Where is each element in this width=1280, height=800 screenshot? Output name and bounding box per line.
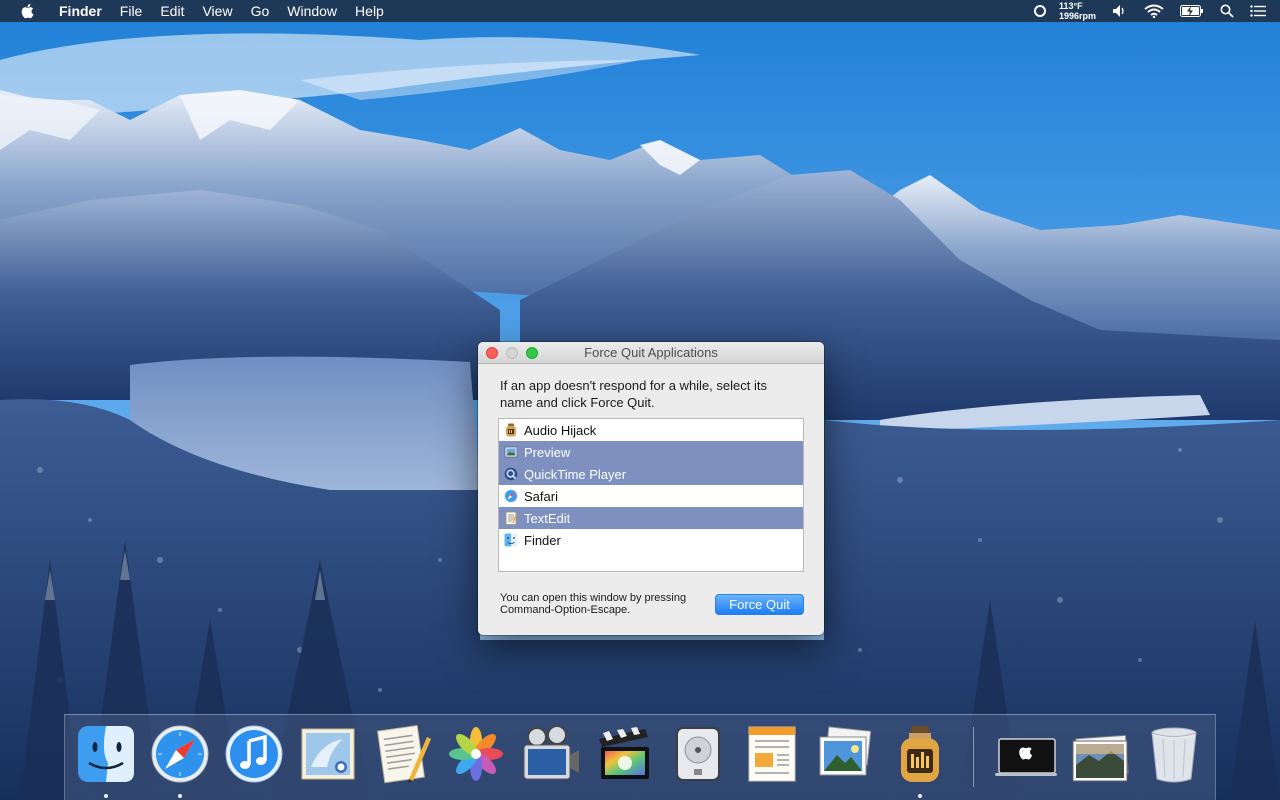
temperature-monitor-icon[interactable] [1033, 4, 1047, 18]
app-row-finder[interactable]: Finder [499, 529, 803, 551]
dock-mail-icon[interactable] [297, 723, 359, 785]
dock [64, 714, 1216, 800]
preview-icon [504, 445, 518, 459]
app-name: Finder [524, 532, 561, 548]
status-area: 113°F 1996rpm [1025, 0, 1280, 22]
notification-center-icon[interactable] [1250, 5, 1266, 17]
menu-file[interactable]: File [111, 0, 152, 22]
zoom-button[interactable] [526, 347, 538, 359]
running-indicator [178, 794, 182, 798]
app-name: Preview [524, 444, 571, 460]
quicktime-icon [504, 467, 518, 481]
dock-landscape-stack-icon[interactable] [1069, 723, 1131, 785]
dock-textedit-icon[interactable] [371, 723, 433, 785]
menu-view[interactable]: View [193, 0, 241, 22]
app-row-textedit[interactable]: TextEdit [499, 507, 803, 529]
force-quit-button[interactable]: Force Quit [715, 594, 804, 615]
menu-go[interactable]: Go [242, 0, 279, 22]
menu-app-name[interactable]: Finder [50, 0, 111, 22]
menu-bar: Finder File Edit View Go Window Help 113… [0, 0, 1280, 22]
running-indicator [918, 794, 922, 798]
fan-speed-value: 1996rpm [1058, 11, 1096, 21]
app-row-safari[interactable]: Safari [499, 485, 803, 507]
spotlight-search-icon[interactable] [1220, 4, 1234, 18]
temperature-value: 113°F [1058, 1, 1083, 11]
menu-help[interactable]: Help [346, 0, 393, 22]
wifi-icon[interactable] [1144, 4, 1164, 18]
dock-audio-hijack-icon[interactable] [889, 723, 951, 785]
battery-charging-icon[interactable] [1180, 5, 1204, 17]
application-list[interactable]: Audio Hijack Preview QuickTime Player Sa… [498, 418, 804, 572]
dock-finder-icon[interactable] [75, 723, 137, 785]
audio-hijack-icon [504, 423, 518, 437]
window-titlebar[interactable]: Force Quit Applications [478, 342, 824, 364]
finder-icon [504, 533, 518, 547]
app-name: QuickTime Player [524, 466, 627, 482]
dock-photo-booth-icon[interactable] [519, 723, 581, 785]
menu-window[interactable]: Window [278, 0, 346, 22]
minimize-button [506, 347, 518, 359]
dock-preview-icon[interactable] [815, 723, 877, 785]
dock-trash-icon[interactable] [1143, 723, 1205, 785]
close-button[interactable] [486, 347, 498, 359]
dock-separator [973, 727, 974, 787]
textedit-icon [504, 511, 518, 525]
dock-itunes-icon[interactable] [223, 723, 285, 785]
safari-icon [504, 489, 518, 503]
apple-menu-icon[interactable] [20, 3, 36, 19]
app-name: Safari [524, 488, 558, 504]
force-quit-window: Force Quit Applications If an app doesn'… [478, 342, 824, 635]
shortcut-hint: You can open this window by pressing Com… [500, 592, 687, 616]
dock-photos-icon[interactable] [445, 723, 507, 785]
app-row-quicktime-player[interactable]: QuickTime Player [499, 463, 803, 485]
running-indicator [104, 794, 108, 798]
dock-final-cut-icon[interactable] [593, 723, 655, 785]
dock-macbook-icon[interactable] [995, 723, 1057, 785]
app-row-audio-hijack[interactable]: Audio Hijack [499, 419, 803, 441]
temperature-readout[interactable]: 113°F 1996rpm [1059, 1, 1096, 21]
volume-icon[interactable] [1112, 4, 1128, 18]
dock-disk-utility-icon[interactable] [667, 723, 729, 785]
instructions-text: If an app doesn't respond for a while, s… [500, 378, 767, 410]
app-row-preview[interactable]: Preview [499, 441, 803, 463]
dock-safari-icon[interactable] [149, 723, 211, 785]
app-name: TextEdit [524, 510, 571, 526]
dock-pages-icon[interactable] [741, 723, 803, 785]
menu-edit[interactable]: Edit [151, 0, 193, 22]
app-name: Audio Hijack [524, 422, 597, 438]
